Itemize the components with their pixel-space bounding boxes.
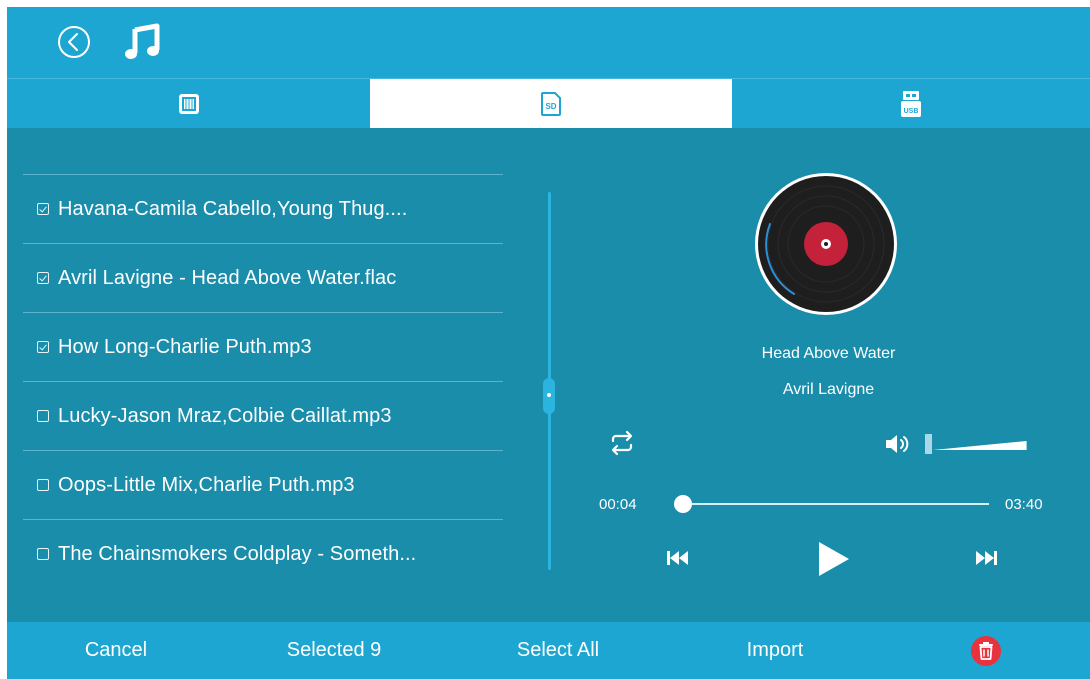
progress-track bbox=[677, 503, 989, 505]
checkbox[interactable] bbox=[37, 203, 49, 215]
total-time: 03:40 bbox=[1005, 496, 1043, 513]
usb-drive-label: USB bbox=[904, 108, 919, 115]
repeat-icon[interactable] bbox=[607, 428, 637, 458]
music-note-icon bbox=[125, 23, 160, 59]
selected-count-button[interactable]: Selected 9 bbox=[257, 622, 411, 679]
checkbox[interactable] bbox=[37, 410, 49, 422]
music-player-app: SD USB Havana-Camila Cabello,Young Thug.… bbox=[7, 7, 1090, 679]
delete-button[interactable] bbox=[961, 622, 1011, 679]
top-bar bbox=[7, 7, 1090, 78]
list-item[interactable]: The Chainsmokers Coldplay - Someth... bbox=[23, 519, 503, 588]
content-area: Havana-Camila Cabello,Young Thug.... Avr… bbox=[7, 128, 1090, 622]
import-button[interactable]: Import bbox=[717, 622, 833, 679]
chip-memory-icon bbox=[178, 94, 199, 114]
progress-slider[interactable] bbox=[674, 494, 989, 514]
scrollbar-thumb[interactable] bbox=[543, 378, 555, 414]
song-title: How Long-Charlie Puth.mp3 bbox=[58, 335, 312, 358]
vinyl-disc-icon bbox=[755, 173, 897, 315]
song-title: Avril Lavigne - Head Above Water.flac bbox=[58, 266, 397, 289]
play-icon[interactable] bbox=[815, 540, 851, 578]
next-track-icon[interactable] bbox=[975, 548, 999, 568]
list-item[interactable]: Havana-Camila Cabello,Young Thug.... bbox=[23, 174, 503, 243]
list-item[interactable]: Lucky-Jason Mraz,Colbie Caillat.mp3 bbox=[23, 381, 503, 450]
list-item[interactable]: Avril Lavigne - Head Above Water.flac bbox=[23, 243, 503, 312]
list-item[interactable]: Oops-Little Mix,Charlie Puth.mp3 bbox=[23, 450, 503, 519]
sd-card-label: SD bbox=[545, 102, 556, 111]
track-artist: Avril Lavigne bbox=[782, 381, 875, 398]
bottom-action-bar: Cancel Selected 9 Select All Import bbox=[7, 622, 1090, 679]
song-title: Lucky-Jason Mraz,Colbie Caillat.mp3 bbox=[58, 404, 392, 427]
cancel-button[interactable]: Cancel bbox=[57, 622, 175, 679]
track-title: Head Above Water bbox=[761, 345, 896, 362]
song-list: Havana-Camila Cabello,Young Thug.... Avr… bbox=[23, 174, 503, 588]
previous-track-icon[interactable] bbox=[665, 548, 689, 568]
usb-drive-icon: USB bbox=[901, 91, 921, 117]
select-all-button[interactable]: Select All bbox=[483, 622, 633, 679]
tab-internal-memory[interactable] bbox=[7, 79, 370, 129]
song-title: The Chainsmokers Coldplay - Someth... bbox=[58, 542, 417, 565]
trash-icon bbox=[971, 635, 1001, 666]
song-title: Oops-Little Mix,Charlie Puth.mp3 bbox=[58, 473, 355, 496]
current-time: 00:04 bbox=[599, 496, 637, 513]
volume-icon[interactable] bbox=[883, 432, 913, 456]
tab-usb-drive[interactable]: USB bbox=[732, 79, 1090, 129]
now-playing-panel: Head Above Water Avril Lavigne 00:04 03:… bbox=[567, 128, 1090, 622]
checkbox[interactable] bbox=[37, 479, 49, 491]
song-title: Havana-Camila Cabello,Young Thug.... bbox=[58, 197, 408, 220]
volume-slider[interactable] bbox=[925, 430, 1043, 456]
checkbox[interactable] bbox=[37, 548, 49, 560]
back-icon[interactable] bbox=[57, 25, 91, 59]
storage-tabs: SD USB bbox=[7, 78, 1090, 129]
checkbox[interactable] bbox=[37, 341, 49, 353]
tab-sd-card[interactable]: SD bbox=[370, 79, 732, 129]
progress-knob[interactable] bbox=[674, 495, 693, 513]
list-item[interactable]: How Long-Charlie Puth.mp3 bbox=[23, 312, 503, 381]
sd-card-icon: SD bbox=[541, 92, 561, 116]
checkbox[interactable] bbox=[37, 272, 49, 284]
